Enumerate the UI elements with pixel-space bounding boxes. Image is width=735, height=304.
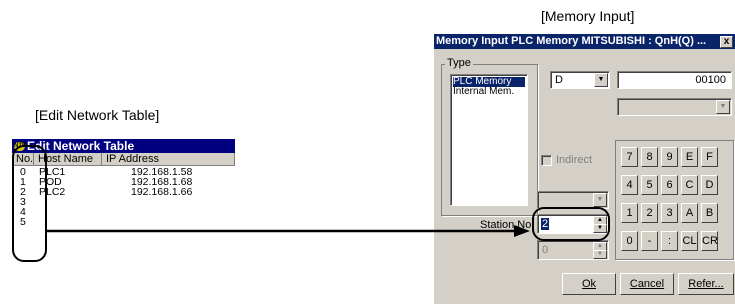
callout-arrow (47, 225, 530, 237)
arrow-head-icon (514, 225, 530, 237)
